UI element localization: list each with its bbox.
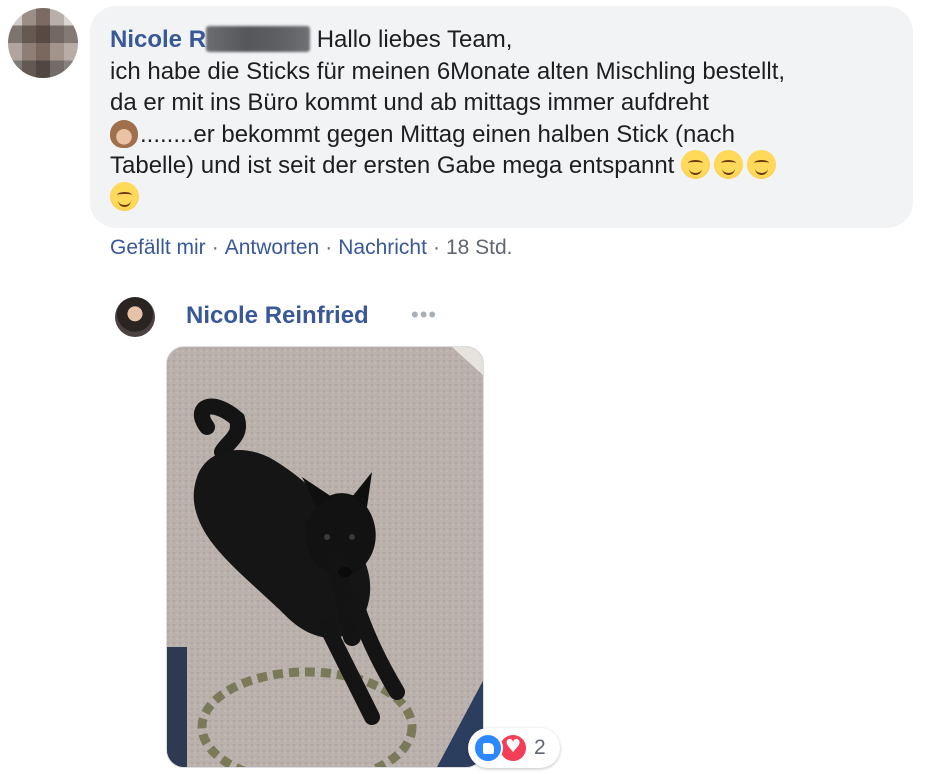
commenter-avatar[interactable] [8,8,78,78]
comment-line-2: ich habe die Sticks für meinen 6Monate a… [110,57,786,85]
comment-text: Nicole R Hallo liebes Team, ich habe die… [110,24,893,213]
smiling-face-icon [110,181,139,211]
redacted-name-blur [206,26,311,52]
reaction-count: 2 [534,736,546,759]
comment-line-3: da er mit ins Büro kommt und ab mittags … [110,89,709,116]
like-reaction-icon [473,733,503,763]
comment-line-4: ........er bekommt gegen Mittag einen ha… [140,120,735,148]
like-link[interactable]: Gefällt mir [110,236,206,259]
comment-timestamp[interactable]: 18 Std. [446,236,513,259]
reply-photo[interactable] [166,346,484,768]
smiling-face-icon [747,150,777,179]
see-no-evil-monkey-icon [110,119,138,148]
comment-actions: Gefällt mir · Antworten · Nachricht · 18 Std. [110,236,513,260]
comment-bubble: Nicole R Hallo liebes Team, ich habe die… [90,6,913,228]
smiling-face-icon [681,150,711,179]
more-options-icon[interactable]: ••• [411,302,437,328]
smiling-face-icon [714,150,744,179]
separator: · [211,236,219,259]
reply-author-name[interactable]: Nicole Reinfried [186,302,369,330]
reply-author-avatar[interactable] [115,297,155,337]
reactions-summary[interactable]: 2 [468,728,560,768]
comment-author-link[interactable]: Nicole R [110,26,206,53]
comment-line-1: Hallo liebes Team, [310,26,513,53]
reply-link[interactable]: Antworten [225,236,320,259]
comment-line-5: Tabelle) und ist seit der ersten Gabe me… [110,152,682,179]
dog-photo-image [167,347,483,767]
separator: · [432,236,440,259]
separator: · [325,236,333,259]
message-link[interactable]: Nachricht [338,236,427,259]
